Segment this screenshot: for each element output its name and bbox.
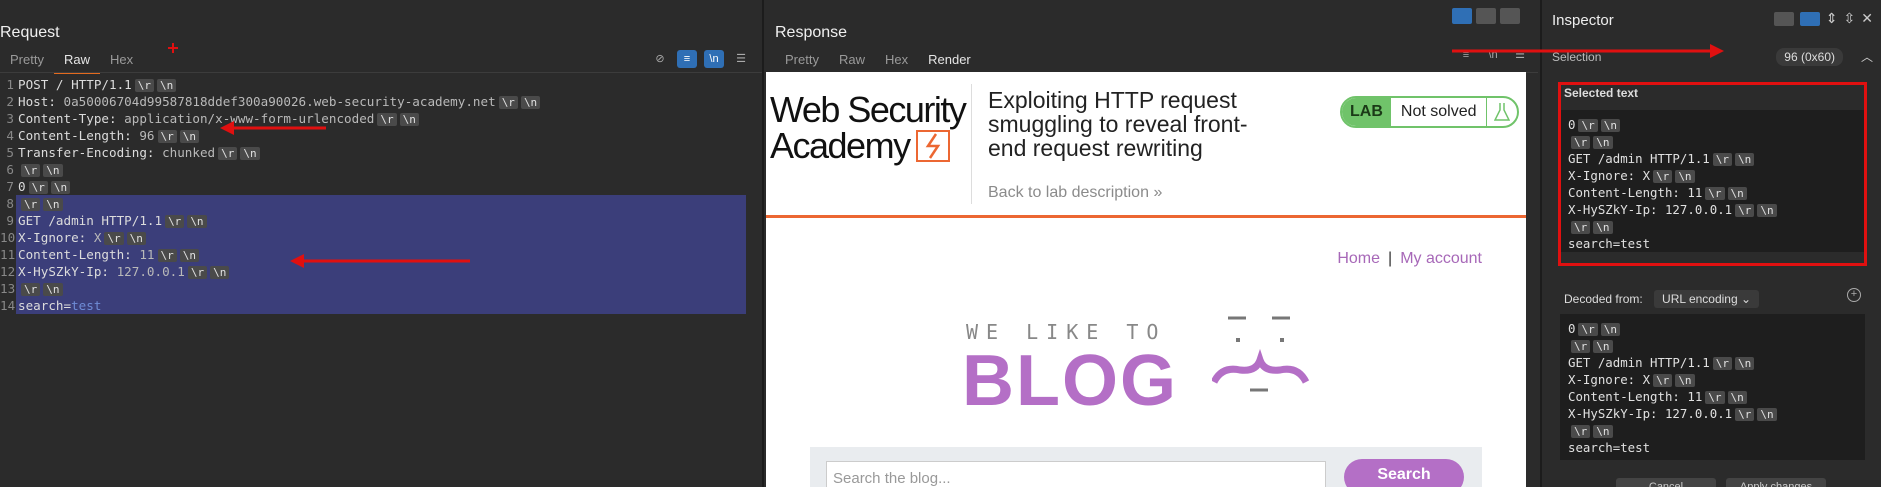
inspector-text: GET /admin HTTP/1.1 [1568,355,1710,370]
lab-header: Web Security Academy Exploiting HTTP req… [766,72,1526,218]
inspector-title: Inspector [1552,12,1614,29]
selection-label: Selection [1552,50,1602,64]
inspector-text: Content-Length: 11 [1568,389,1703,404]
chevron-down-icon: ⌄ [1741,292,1752,306]
inspector-actions: Cancel Apply changes [1616,478,1826,487]
arrow-content-length-inner [290,254,470,268]
wsa-logo: Web Security Academy [770,92,970,164]
nav-separator: | [1388,250,1393,267]
crlf-r-marker: \r [1735,408,1755,421]
inspector-text-line: Content-Length: 11 \r \n [1568,388,1857,405]
blog-search-input[interactable]: Search the blog... [826,461,1326,487]
search-button[interactable]: Search [1344,459,1464,487]
blog-hero: WE LIKE TO BLOG [962,310,1366,421]
close-icon[interactable]: ✕ [1861,10,1873,27]
crlf-r-marker: \r [1578,323,1598,336]
inspector-text-line: \r \n [1568,422,1857,439]
decoding-select-value: URL encoding [1662,292,1738,306]
annotation-highlight-box [1558,82,1867,266]
logo-line1: Web Security [770,89,967,130]
annotation-arrows [168,43,470,268]
red-plus-mark [168,43,178,53]
collapse-icon[interactable]: ⇳ [1844,10,1856,27]
response-toolbar: ≡ \n ☰ [1456,46,1530,64]
layout-toggle [1452,8,1520,24]
inspector-text-line: GET /admin HTTP/1.1 \r \n [1568,354,1857,371]
layout-icon[interactable] [1773,11,1794,26]
nav-links: Home | My account [1337,250,1482,268]
response-title: Response [775,24,848,41]
crlf-n-marker: \n [1593,340,1613,353]
back-to-lab-link[interactable]: Back to lab description » [988,184,1162,202]
response-tabs: Pretty Raw Hex Render [775,51,981,74]
tab-hex[interactable]: Hex [875,51,918,71]
chevron-up-icon[interactable]: ︿ [1861,48,1873,65]
decoded-text-box[interactable]: 0 \r \n \r \n GET /admin HTTP/1.1 \r \n X-Ignore… [1560,314,1865,460]
apply-changes-button[interactable]: Apply changes [1726,478,1826,487]
inspector-pane: Inspector ⇕ ⇳ ✕ Selection 96 (0x60) ︿ Se… [1540,0,1881,487]
back-link-text: Back to lab description [988,184,1149,201]
crlf-n-marker: \n [1757,408,1777,421]
layout-side-by-side-icon[interactable] [1452,8,1472,24]
nav-home-link[interactable]: Home [1337,250,1380,267]
blog-face-icon [1212,316,1310,392]
crlf-r-marker: \r [1571,340,1591,353]
nav-my-account-link[interactable]: My account [1400,250,1482,267]
decoded-from-label: Decoded from: [1564,292,1643,306]
inspector-text: 0 [1568,321,1576,336]
tab-render[interactable]: Render [918,51,981,74]
tab-raw[interactable]: Raw [829,51,875,71]
layout-tabs-icon[interactable] [1500,8,1520,24]
expand-icon[interactable]: ⇕ [1826,10,1838,27]
crlf-n-marker: \n [1727,391,1747,404]
lab-badge: LAB [1342,98,1391,126]
crlf-n-marker: \n [1593,425,1613,438]
logo-line2-text: Academy [770,125,911,166]
lab-status-widget: LAB Not solved [1340,96,1520,128]
rendered-page: Web Security Academy Exploiting HTTP req… [766,72,1526,487]
decoding-select[interactable]: URL encoding ⌄ [1654,290,1760,308]
inspector-text-line: search=test [1568,439,1857,456]
crlf-n-marker: \n [1675,374,1695,387]
inspector-toolbar: ⇕ ⇳ ✕ [1773,10,1873,27]
crlf-n-marker: \n [1735,357,1755,370]
selection-count: 96 (0x60) [1776,48,1843,66]
layout-stacked-icon[interactable] [1476,8,1496,24]
layout-active-icon[interactable] [1799,11,1820,26]
header-divider [971,84,972,204]
crlf-r-marker: \r [1712,357,1732,370]
response-pane: Response Pretty Raw Hex Render Web Secur… [766,0,1538,487]
chevrons-icon: » [1153,184,1163,201]
wrap-lines-icon[interactable]: ≡ [1456,46,1476,64]
request-pane: Request Pretty Raw Hex ⊘ ≡ \n ☰ 1 POST / … [0,0,764,487]
crlf-r-marker: \r [1705,391,1725,404]
inspector-text-line: \r \n [1568,337,1857,354]
arrow-content-length [220,121,326,135]
inspector-text-line: 0 \r \n [1568,320,1857,337]
flask-icon [1487,98,1517,126]
cancel-button[interactable]: Cancel [1616,478,1716,487]
inspector-text-line: X-Ignore: X \r \n [1568,371,1857,388]
add-decode-icon[interactable]: + [1847,288,1861,302]
lab-title: Exploiting HTTP request smuggling to rev… [988,87,1248,161]
crlf-r-marker: \r [1571,425,1591,438]
inspector-text-line: X-HySZkY-Ip: 127.0.0.1 \r \n [1568,405,1857,422]
logo-line2: Academy [770,128,970,164]
decoded-from-row: Decoded from: URL encoding ⌄ [1564,290,1760,308]
bolt-icon [915,130,950,162]
crlf-n-marker: \n [1600,323,1620,336]
inspector-text: search=test [1568,440,1651,455]
lab-status-text: Not solved [1391,98,1488,126]
inspector-text: X-HySZkY-Ip: 127.0.0.1 [1568,406,1733,421]
crlf-r-marker: \r [1653,374,1673,387]
show-newlines-icon[interactable]: \n [1483,46,1503,64]
hero-blog-word: BLOG [962,341,1178,421]
selection-row[interactable]: Selection 96 (0x60) ︿ [1552,48,1873,66]
inspector-text: X-Ignore: X [1568,372,1651,387]
tab-pretty[interactable]: Pretty [775,51,829,71]
menu-icon[interactable]: ☰ [1510,46,1530,64]
search-band: Search the blog... Search [810,447,1482,487]
